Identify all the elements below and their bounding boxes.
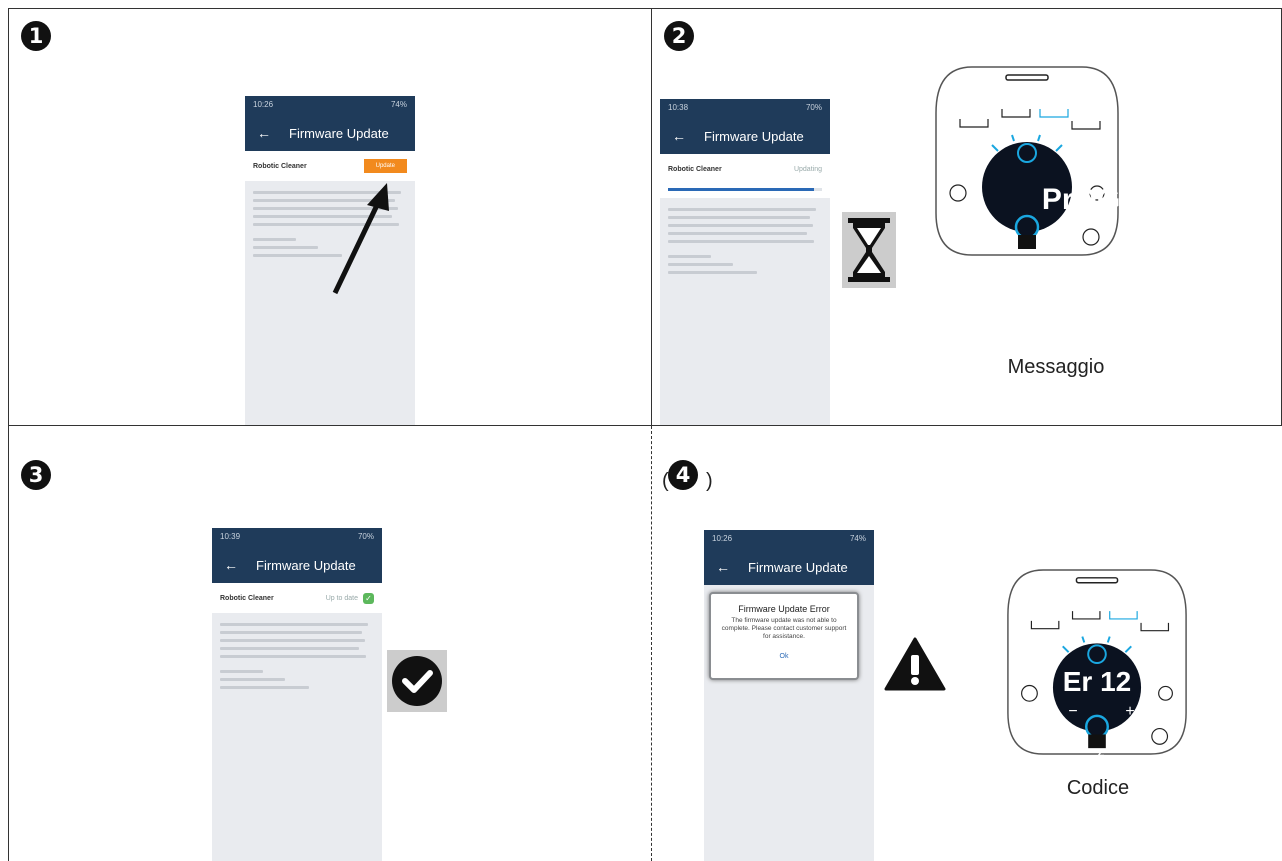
- update-status: Updating: [793, 165, 822, 173]
- status-time: 10:38: [668, 103, 689, 112]
- step-4-number: 4: [668, 460, 698, 490]
- step-1-panel: 1 10:26 74% ← Firmware Update Robotic Cl…: [8, 8, 652, 426]
- control-display-2: PrOG: [1041, 183, 1121, 216]
- checkmark-circle-icon: [387, 650, 447, 712]
- phone-screenshot-4: 10:26 74% ← Firmware Update Firmware Upd…: [704, 530, 874, 861]
- control-unit-4: [1007, 569, 1187, 755]
- device-name: Robotic Cleaner: [668, 165, 722, 173]
- device-row: Robotic Cleaner Up to date ✓: [212, 583, 382, 613]
- check-icon: ✓: [363, 592, 374, 604]
- control-display-4: Er 12: [1062, 666, 1132, 697]
- step-1-number: 1: [21, 21, 51, 51]
- app-header: ← Firmware Update: [212, 547, 382, 583]
- progress-bar: [660, 184, 830, 198]
- step-3-panel: 3 10:39 70% ← Firmware Update Robotic Cl…: [8, 426, 652, 861]
- status-bar: 10:26 74%: [245, 96, 415, 115]
- step-3-number: 3: [21, 460, 51, 490]
- error-dialog: Firmware Update Error The firmware updat…: [709, 592, 859, 680]
- minus-button[interactable]: −: [1041, 220, 1061, 238]
- device-name: Robotic Cleaner: [253, 162, 307, 170]
- app-header: ← Firmware Update: [245, 115, 415, 151]
- status-battery: 74%: [390, 100, 407, 109]
- app-header: ← Firmware Update: [660, 118, 830, 154]
- status-time: 10:39: [220, 532, 241, 541]
- control-caption-4: Codice: [1066, 777, 1130, 799]
- minus-button[interactable]: −: [1063, 703, 1083, 721]
- app-title: Firmware Update: [256, 557, 356, 573]
- step-2-number: 2: [664, 21, 694, 51]
- hourglass-icon: [842, 212, 896, 288]
- brand-logo: Z: [1097, 747, 1105, 759]
- status-bar: 10:26 74%: [704, 530, 874, 549]
- close-paren: ): [706, 470, 713, 492]
- back-arrow-icon[interactable]: ←: [716, 559, 730, 575]
- device-name: Robotic Cleaner: [220, 594, 274, 602]
- control-unit-2: [935, 66, 1119, 256]
- app-title: Firmware Update: [704, 128, 804, 144]
- status-bar: 10:38 70%: [660, 99, 830, 118]
- ok-button[interactable]: Ok: [711, 653, 857, 660]
- plus-button[interactable]: +: [1120, 703, 1140, 721]
- step-2-panel: 2 10:38 70% ← Firmware Update Robotic Cl…: [652, 8, 1282, 426]
- error-message: The firmware update was not able to comp…: [721, 617, 847, 640]
- app-title: Firmware Update: [289, 125, 389, 141]
- status-bar: 10:39 70%: [212, 528, 382, 547]
- step-4-panel: ( 4 ) 10:26 74% ← Firmware Update Firmwa…: [652, 426, 1282, 861]
- phone-screenshot-2: 10:38 70% ← Firmware Update Robotic Clea…: [660, 99, 830, 425]
- info-text: [660, 198, 830, 289]
- app-header: ← Firmware Update: [704, 549, 874, 585]
- arrow-pointer-icon: [332, 183, 389, 295]
- plus-button[interactable]: +: [1100, 220, 1120, 238]
- device-row: Robotic Cleaner Updating: [660, 154, 830, 184]
- info-text: [212, 613, 382, 704]
- control-caption-2: Messaggio: [1007, 356, 1105, 378]
- status-battery: 70%: [805, 103, 822, 112]
- phone-screenshot-3: 10:39 70% ← Firmware Update Robotic Clea…: [212, 528, 382, 861]
- warning-icon: [884, 637, 946, 691]
- back-arrow-icon[interactable]: ←: [224, 557, 238, 573]
- instruction-grid: 1 10:26 74% ← Firmware Update Robotic Cl…: [8, 8, 1282, 861]
- app-title: Firmware Update: [748, 559, 848, 575]
- progress-fill: [668, 188, 815, 191]
- status-time: 10:26: [712, 534, 733, 543]
- status-battery: 74%: [849, 534, 866, 543]
- brand-logo: Z: [1027, 264, 1035, 276]
- back-arrow-icon[interactable]: ←: [672, 128, 686, 144]
- update-status: Up to date ✓: [325, 592, 374, 604]
- status-text: Up to date: [325, 594, 358, 602]
- back-arrow-icon[interactable]: ←: [257, 125, 271, 141]
- status-time: 10:26: [253, 100, 274, 109]
- status-battery: 70%: [357, 532, 374, 541]
- error-title: Firmware Update Error: [738, 604, 830, 614]
